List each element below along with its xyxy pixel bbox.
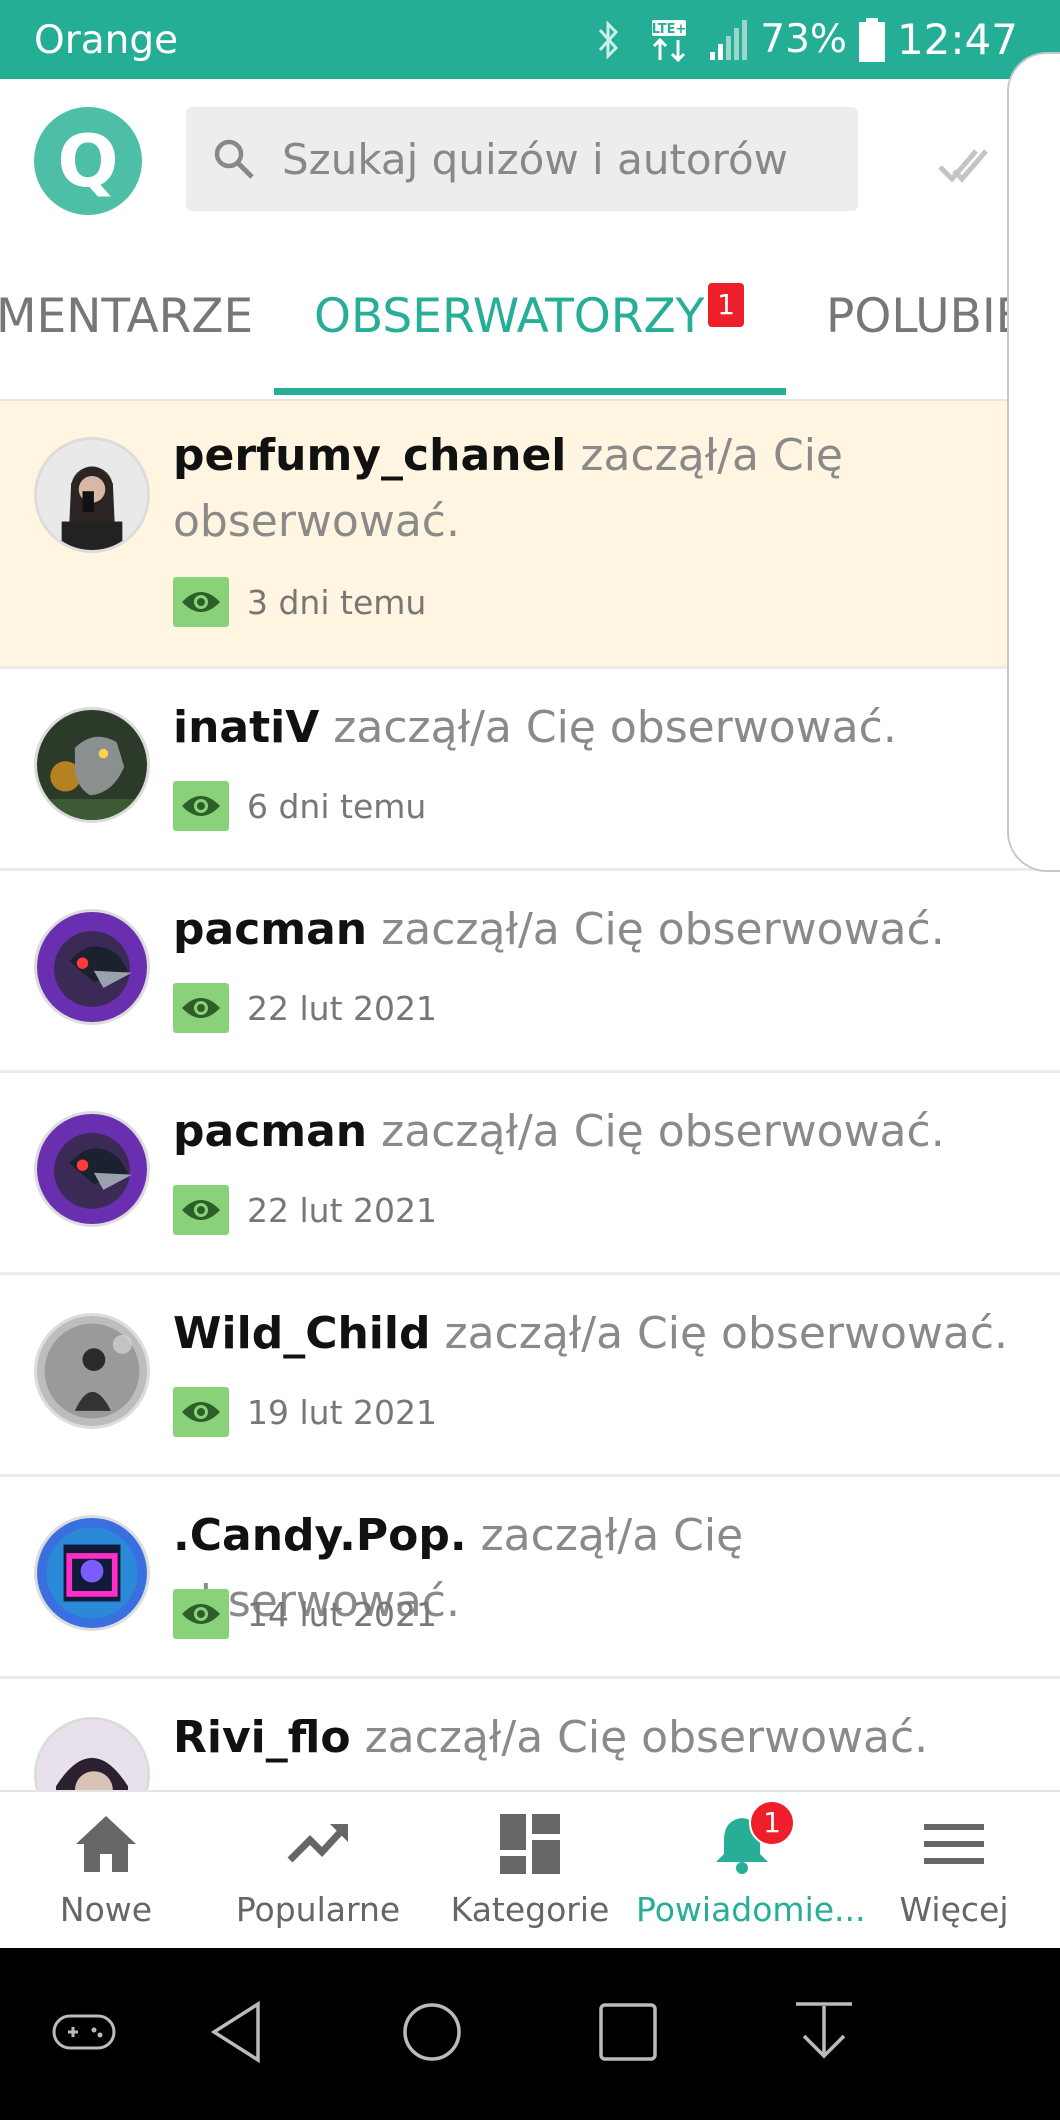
username[interactable]: pacman	[173, 1106, 367, 1157]
username[interactable]: Rivi_flo	[173, 1712, 351, 1763]
notification-meta: 22 lut 2021	[173, 1185, 437, 1235]
notification-row[interactable]: .Candy.Pop. zaczął/a Cię obserwować. 14 …	[0, 1477, 1060, 1679]
search-icon	[214, 139, 254, 179]
username[interactable]: pacman	[173, 904, 367, 955]
recents-icon[interactable]	[596, 2000, 660, 2064]
menu-icon	[924, 1824, 984, 1864]
avatar[interactable]	[34, 1717, 150, 1791]
timestamp: 14 lut 2021	[247, 1594, 437, 1634]
notification-meta: 19 lut 2021	[173, 1387, 437, 1437]
tab-badge: 1	[708, 283, 744, 327]
nav-wiecej[interactable]: Więcej	[848, 1792, 1060, 1950]
username[interactable]: perfumy_chanel	[173, 430, 566, 481]
game-tools-icon[interactable]	[52, 2000, 116, 2064]
home-icon	[76, 1816, 136, 1872]
nav-label: Nowe	[59, 1890, 153, 1929]
mark-all-read-icon[interactable]	[936, 137, 992, 193]
dashboard-icon	[500, 1814, 560, 1874]
battery-percent: 73%	[760, 17, 847, 62]
action-text: zaczął/a Cię obserwować.	[381, 1106, 945, 1157]
username[interactable]: .Candy.Pop.	[173, 1510, 467, 1561]
tab-komentarze[interactable]: MENTARZE	[0, 289, 253, 344]
eye-icon	[173, 781, 229, 831]
notification-meta: 6 dni temu	[173, 781, 426, 831]
eye-icon	[173, 1589, 229, 1639]
notification-list: perfumy_chanel zaczął/a Cię obserwować. …	[0, 401, 1060, 1791]
notification-count-badge: 1	[749, 1800, 795, 1846]
username[interactable]: Wild_Child	[173, 1308, 430, 1359]
eye-icon	[173, 1185, 229, 1235]
action-text: zaczął/a Cię obserwować.	[444, 1308, 1009, 1359]
notification-text: perfumy_chanel zaczął/a Cię obserwować.	[173, 423, 1040, 555]
lte-icon: LTE+	[652, 19, 687, 62]
notification-row[interactable]: pacman zaczął/a Cię obserwować. 22 lut 2…	[0, 871, 1060, 1073]
notification-row[interactable]: inatiV zaczął/a Cię obserwować. 6 dni te…	[0, 669, 1060, 871]
bottom-navigation: Nowe Popularne Kategorie 1 Powiadomie...	[0, 1790, 1060, 1950]
action-text: zaczął/a Cię obserwować.	[333, 702, 897, 753]
avatar[interactable]	[34, 437, 150, 553]
timestamp: 6 dni temu	[247, 786, 427, 826]
status-bar: Orange LTE+ 73% 12:47	[0, 0, 1060, 79]
system-navigation-bar	[0, 1948, 1060, 2120]
nav-label: Więcej	[899, 1890, 1009, 1929]
nav-powiadomienia[interactable]: 1 Powiadomie...	[636, 1792, 866, 1950]
carrier-name: Orange	[34, 18, 179, 63]
tab-obserwatorzy[interactable]: OBSERWATORZY	[314, 289, 704, 344]
notification-text: pacman zaczął/a Cię obserwować.	[173, 897, 1040, 963]
timestamp: 22 lut 2021	[247, 988, 437, 1028]
battery-icon	[858, 17, 885, 62]
hide-navbar-icon[interactable]	[792, 2000, 856, 2064]
notification-text: Rivi_flo zaczął/a Cię obserwować.	[173, 1705, 1040, 1771]
timestamp: 22 lut 2021	[247, 1190, 437, 1230]
eye-icon	[173, 577, 229, 627]
avatar[interactable]	[34, 1515, 150, 1631]
search-placeholder: Szukaj quizów i autorów	[282, 134, 788, 184]
notification-text: pacman zaczął/a Cię obserwować.	[173, 1099, 1040, 1165]
nav-kategorie[interactable]: Kategorie	[424, 1792, 636, 1950]
app-header: Q Szukaj quizów i autorów	[0, 79, 1060, 241]
signal-icon	[710, 19, 748, 60]
notification-meta: 22 lut 2021	[173, 983, 437, 1033]
action-text: zaczął/a Cię obserwować.	[364, 1712, 929, 1763]
avatar[interactable]	[34, 707, 150, 823]
avatar[interactable]	[34, 909, 150, 1025]
eye-icon	[173, 983, 229, 1033]
search-input[interactable]: Szukaj quizów i autorów	[186, 107, 858, 211]
home-button-icon[interactable]	[400, 2000, 464, 2064]
notification-row[interactable]: Rivi_flo zaczął/a Cię obserwować.	[0, 1679, 1060, 1791]
notification-text: Wild_Child zaczął/a Cię obserwować.	[173, 1301, 1040, 1367]
timestamp: 3 dni temu	[247, 582, 427, 622]
app-logo[interactable]: Q	[34, 107, 142, 215]
lte-label: LTE+	[652, 22, 687, 37]
active-tab-indicator	[274, 388, 786, 395]
nav-label: Kategorie	[450, 1890, 610, 1929]
trending-icon	[287, 1824, 348, 1863]
eye-icon	[173, 1387, 229, 1437]
avatar[interactable]	[34, 1111, 150, 1227]
username[interactable]: inatiV	[173, 702, 319, 753]
nav-nowe[interactable]: Nowe	[0, 1792, 212, 1950]
notification-row[interactable]: perfumy_chanel zaczął/a Cię obserwować. …	[0, 401, 1060, 669]
edge-panel-handle[interactable]	[1007, 52, 1060, 872]
back-icon[interactable]	[206, 2000, 270, 2064]
nav-label: Popularne	[235, 1890, 401, 1929]
nav-label: Powiadomie...	[636, 1890, 866, 1929]
notification-meta: 14 lut 2021	[173, 1589, 437, 1639]
bluetooth-icon	[599, 19, 619, 60]
action-text: zaczął/a Cię obserwować.	[381, 904, 945, 955]
notification-row[interactable]: pacman zaczął/a Cię obserwować. 22 lut 2…	[0, 1073, 1060, 1275]
notification-text: inatiV zaczął/a Cię obserwować.	[173, 695, 1040, 761]
notification-row[interactable]: Wild_Child zaczął/a Cię obserwować. 19 l…	[0, 1275, 1060, 1477]
status-icons: LTE+ 73% 12:47	[594, 0, 1060, 79]
nav-popularne[interactable]: Popularne	[212, 1792, 424, 1950]
notification-meta: 3 dni temu	[173, 577, 426, 627]
tab-polubienia[interactable]: POLUBIE	[826, 289, 1025, 344]
timestamp: 19 lut 2021	[247, 1392, 437, 1432]
notification-tabs: MENTARZE OBSERWATORZY 1 POLUBIE	[0, 241, 1060, 401]
avatar[interactable]	[34, 1313, 150, 1429]
clock: 12:47	[896, 15, 1018, 64]
